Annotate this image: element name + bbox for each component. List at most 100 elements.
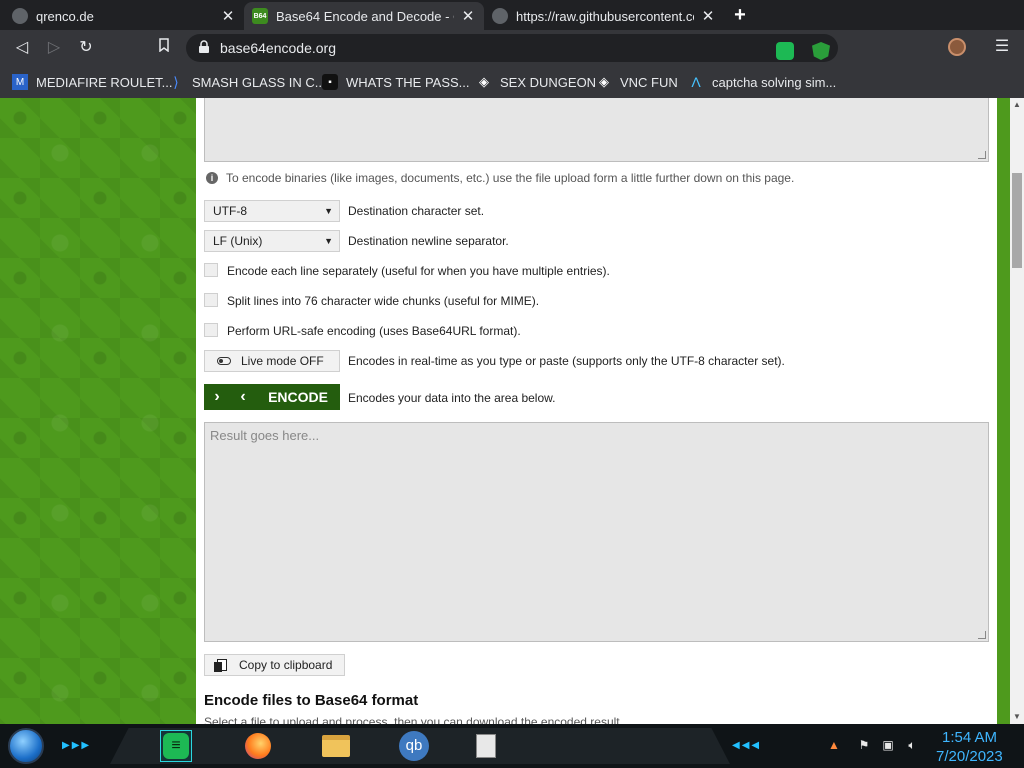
scroll-down-icon[interactable]: ▼ — [1010, 710, 1024, 724]
taskbar-deco: ◀◀◀ — [732, 740, 762, 751]
split-lines-label[interactable]: Split lines into 76 character wide chunk… — [227, 294, 539, 308]
dropdown-arrow-icon: ▼ — [324, 206, 333, 216]
bookmark-label: WHATS THE PASS... — [346, 74, 470, 90]
tab-qrenco[interactable]: qrenco.de ✕ — [4, 2, 244, 30]
bookmark-vnc-fun[interactable]: ◈ VNC FUN — [596, 71, 678, 93]
chevron-left-icon: ‹ — [240, 388, 246, 405]
toggle-icon — [217, 357, 231, 365]
bookmark-sex-dungeon[interactable]: ◈ SEX DUNGEON — [476, 71, 596, 93]
start-button[interactable] — [8, 728, 44, 764]
lock-icon — [198, 40, 214, 56]
source-textarea[interactable] — [204, 98, 989, 162]
live-mode-button[interactable]: Live mode OFF — [204, 350, 340, 372]
scrollbar-thumb[interactable] — [1012, 173, 1022, 268]
bookmark-captcha[interactable]: Λ captcha solving sim... — [688, 71, 836, 93]
firefox-icon — [245, 733, 271, 759]
result-placeholder: Result goes here... — [210, 428, 320, 443]
page-scrollbar[interactable]: ▲ ▼ — [1010, 98, 1024, 724]
encode-button[interactable]: › ‹ ENCODE — [204, 384, 340, 410]
close-icon[interactable]: ✕ — [220, 7, 236, 25]
task-manager-icon — [476, 734, 496, 758]
binary-hint: i To encode binaries (like images, docum… — [206, 171, 794, 185]
globe-icon — [12, 8, 28, 24]
cube-icon: ◈ — [599, 74, 609, 89]
bookmark-mediafire[interactable]: M MEDIAFIRE ROULET... — [12, 71, 173, 93]
taskbar-task-manager[interactable] — [470, 730, 502, 762]
bookmark-label: VNC FUN — [620, 74, 678, 90]
charset-select[interactable]: UTF-8 ▼ — [204, 200, 340, 222]
vs-icon: ⟩ — [173, 73, 179, 90]
copy-icon — [214, 659, 227, 672]
copy-to-clipboard-button[interactable]: Copy to clipboard — [204, 654, 345, 676]
bookmarks-bar: M MEDIAFIRE ROULET... ⟩ SMASH GLASS IN C… — [0, 66, 1024, 98]
notes-app-icon: ≡ — [163, 733, 189, 759]
live-mode-label: Live mode OFF — [241, 354, 324, 368]
cube-icon: ◈ — [479, 74, 489, 89]
mediafire-icon: M — [12, 74, 28, 90]
taskbar-file-explorer[interactable] — [320, 730, 352, 762]
url-safe-label[interactable]: Perform URL-safe encoding (uses Base64UR… — [227, 324, 521, 338]
url-text: base64encode.org — [220, 40, 336, 56]
info-icon: i — [206, 172, 218, 184]
resize-grip-icon[interactable] — [978, 631, 986, 639]
hint-text: To encode binaries (like images, documen… — [226, 171, 795, 185]
reload-button[interactable]: ↻ — [74, 36, 98, 60]
bookmark-label: captcha solving sim... — [712, 74, 837, 90]
back-button[interactable]: ◁ — [10, 36, 34, 60]
result-textarea[interactable]: Result goes here... — [204, 422, 989, 642]
close-icon[interactable]: ✕ — [460, 7, 476, 25]
bookmark-icon[interactable] — [152, 36, 176, 60]
bookmark-label: SEX DUNGEON — [500, 74, 597, 90]
address-bar[interactable]: base64encode.org — [186, 34, 838, 62]
forward-button[interactable]: ▷ — [42, 36, 66, 60]
bookmark-smash-glass[interactable]: ⟩ SMASH GLASS IN C... — [168, 71, 326, 93]
notes-extension-icon[interactable] — [776, 42, 794, 60]
folder-icon — [322, 735, 350, 757]
bookmark-label: MEDIAFIRE ROULET... — [36, 74, 173, 90]
bookmark-whats-the-pass[interactable]: ▪ WHATS THE PASS... — [322, 71, 470, 93]
taskbar: ▶▶▶ ≡ qb ◀◀◀ ▲ ⚑ ▣ 🔈︎ 1:54 AM 7/20/2023 — [0, 724, 1024, 768]
volume-icon[interactable]: 🔈︎ — [904, 738, 920, 754]
profile-avatar[interactable] — [948, 38, 966, 56]
encode-each-line-checkbox[interactable] — [204, 263, 218, 277]
scroll-up-icon[interactable]: ▲ — [1010, 98, 1024, 112]
close-icon[interactable]: ✕ — [700, 7, 716, 25]
shield-extension-icon[interactable] — [812, 42, 830, 60]
base64-favicon-icon: B64 — [252, 8, 268, 24]
globe-icon — [492, 8, 508, 24]
flag-icon[interactable]: ⚑ — [856, 738, 872, 754]
url-safe-checkbox[interactable] — [204, 323, 218, 337]
bookmark-label: SMASH GLASS IN C... — [192, 74, 326, 90]
qbittorrent-icon: qb — [399, 731, 429, 761]
background-pattern-right — [997, 98, 1010, 724]
new-tab-button[interactable]: + — [729, 5, 751, 27]
charset-value: UTF-8 — [213, 204, 247, 218]
network-icon[interactable]: ▣ — [880, 738, 896, 754]
clock-date[interactable]: 7/20/2023 — [936, 748, 1003, 765]
file-section-subtitle: Select a file to upload and process, the… — [204, 715, 623, 724]
chevron-right-icon: › — [214, 388, 220, 405]
taskbar-qbittorrent[interactable]: qb — [398, 730, 430, 762]
newline-select[interactable]: LF (Unix) ▼ — [204, 230, 340, 252]
browser-menu-icon[interactable]: ☰ — [994, 36, 1010, 56]
taskbar-notes-app[interactable]: ≡ — [160, 730, 192, 762]
page-viewport: i To encode binaries (like images, docum… — [0, 98, 1010, 724]
tab-base64[interactable]: B64 Base64 Encode and Decode - Onli ✕ — [244, 2, 484, 30]
tray-app-icon[interactable]: ▲ — [826, 738, 842, 754]
encode-desc: Encodes your data into the area below. — [348, 391, 556, 405]
tab-title: Base64 Encode and Decode - Onli — [276, 8, 454, 24]
arch-icon: Λ — [691, 74, 701, 90]
resize-grip-icon[interactable] — [978, 151, 986, 159]
clock-time[interactable]: 1:54 AM — [942, 729, 997, 746]
taskbar-deco: ▶▶▶ — [62, 740, 92, 751]
encode-each-line-label[interactable]: Encode each line separately (useful for … — [227, 264, 610, 278]
robot-icon: ▪ — [322, 74, 338, 90]
split-lines-checkbox[interactable] — [204, 293, 218, 307]
copy-label: Copy to clipboard — [239, 658, 333, 672]
background-pattern — [0, 98, 196, 724]
tab-title: qrenco.de — [36, 8, 94, 24]
taskbar-firefox[interactable] — [242, 730, 274, 762]
newline-value: LF (Unix) — [213, 234, 263, 248]
main-content: i To encode binaries (like images, docum… — [196, 98, 997, 724]
tab-github-raw[interactable]: https://raw.githubusercontent.com ✕ — [484, 2, 724, 30]
